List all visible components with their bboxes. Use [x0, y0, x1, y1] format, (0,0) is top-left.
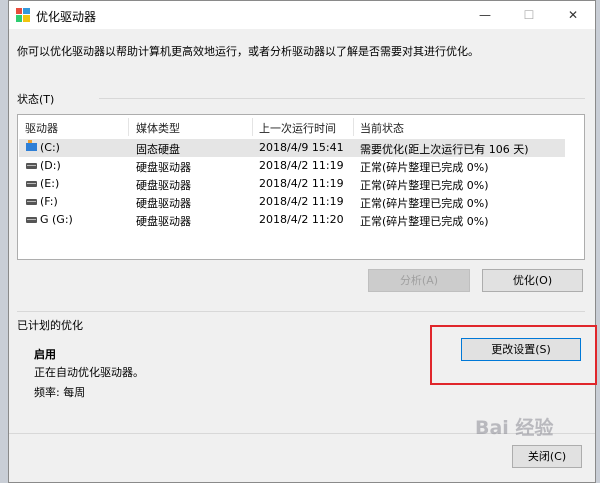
ssd-drive-icon: [26, 140, 37, 151]
maximize-button[interactable]: ☐: [507, 1, 551, 29]
column-media-type[interactable]: 媒体类型: [136, 120, 180, 136]
title-bar[interactable]: 优化驱动器 — ☐ ✕: [9, 1, 595, 29]
column-separator: [252, 118, 253, 136]
drive-status: 正常(碎片整理已完成 0%): [360, 197, 489, 210]
drive-status: 正常(碎片整理已完成 0%): [360, 161, 489, 174]
column-separator: [353, 118, 354, 136]
drive-row[interactable]: (C:) 固态硬盘 2018/4/9 15:41 需要优化(距上次运行已有 10…: [19, 139, 565, 157]
optimize-drives-window: 优化驱动器 — ☐ ✕ 你可以优化驱动器以帮助计算机更高效地运行，或者分析驱动器…: [8, 0, 597, 483]
drive-media-type: 硬盘驱动器: [136, 179, 191, 192]
drive-row[interactable]: (D:) 硬盘驱动器 2018/4/2 11:19 正常(碎片整理已完成 0%): [19, 157, 565, 175]
drive-row[interactable]: (F:) 硬盘驱动器 2018/4/2 11:19 正常(碎片整理已完成 0%): [19, 193, 565, 211]
baidu-watermark: Bai 经验: [475, 417, 554, 439]
drive-name: (D:): [40, 159, 61, 172]
hard-drive-icon: [26, 199, 37, 205]
drive-name: (E:): [40, 177, 60, 190]
drive-media-type: 硬盘驱动器: [136, 197, 191, 210]
scheduled-divider: [17, 311, 585, 312]
drive-name: (C:): [40, 141, 60, 154]
drive-media-type: 硬盘驱动器: [136, 215, 191, 228]
column-current-status[interactable]: 当前状态: [360, 120, 404, 136]
drive-last-run: 2018/4/2 11:20: [259, 213, 344, 226]
drive-last-run: 2018/4/2 11:19: [259, 159, 344, 172]
drive-row[interactable]: G (G:) 硬盘驱动器 2018/4/2 11:20 正常(碎片整理已完成 0…: [19, 211, 565, 229]
drive-name: G (G:): [40, 213, 73, 226]
drive-status: 正常(碎片整理已完成 0%): [360, 215, 489, 228]
drive-row[interactable]: (E:) 硬盘驱动器 2018/4/2 11:19 正常(碎片整理已完成 0%): [19, 175, 565, 193]
close-button[interactable]: 关闭(C): [512, 445, 582, 468]
schedule-frequency: 频率: 每周: [34, 386, 86, 399]
drive-media-type: 硬盘驱动器: [136, 161, 191, 174]
hard-drive-icon: [26, 163, 37, 169]
scheduled-section-label: 已计划的优化: [17, 319, 83, 332]
close-window-button[interactable]: ✕: [551, 1, 595, 29]
schedule-description: 正在自动优化驱动器。: [34, 366, 144, 379]
minimize-button[interactable]: —: [463, 1, 507, 29]
drive-last-run: 2018/4/9 15:41: [259, 141, 344, 154]
defrag-app-icon: [16, 8, 30, 22]
column-separator: [128, 118, 129, 136]
drive-status: 需要优化(距上次运行已有 106 天): [360, 143, 529, 156]
column-drive[interactable]: 驱动器: [25, 120, 58, 136]
drive-status: 正常(碎片整理已完成 0%): [360, 179, 489, 192]
drive-last-run: 2018/4/2 11:19: [259, 195, 344, 208]
hard-drive-icon: [26, 217, 37, 223]
analyze-button[interactable]: 分析(A): [368, 269, 470, 292]
drive-list[interactable]: 驱动器 媒体类型 上一次运行时间 当前状态 (C:) 固态硬盘 2018/4/9…: [17, 114, 585, 260]
status-divider: [99, 98, 585, 99]
drive-last-run: 2018/4/2 11:19: [259, 177, 344, 190]
optimize-button[interactable]: 优化(O): [482, 269, 583, 292]
hard-drive-icon: [26, 181, 37, 187]
intro-text: 你可以优化驱动器以帮助计算机更高效地运行，或者分析驱动器以了解是否需要对其进行优…: [17, 45, 479, 58]
window-title: 优化驱动器: [36, 10, 97, 24]
status-section-label: 状态(T): [17, 93, 55, 106]
column-last-run[interactable]: 上一次运行时间: [259, 120, 336, 136]
drive-list-header: 驱动器 媒体类型 上一次运行时间 当前状态: [18, 115, 584, 139]
drive-name: (F:): [40, 195, 58, 208]
highlight-box: [430, 325, 597, 385]
drive-media-type: 固态硬盘: [136, 143, 180, 156]
schedule-state: 启用: [34, 348, 56, 361]
